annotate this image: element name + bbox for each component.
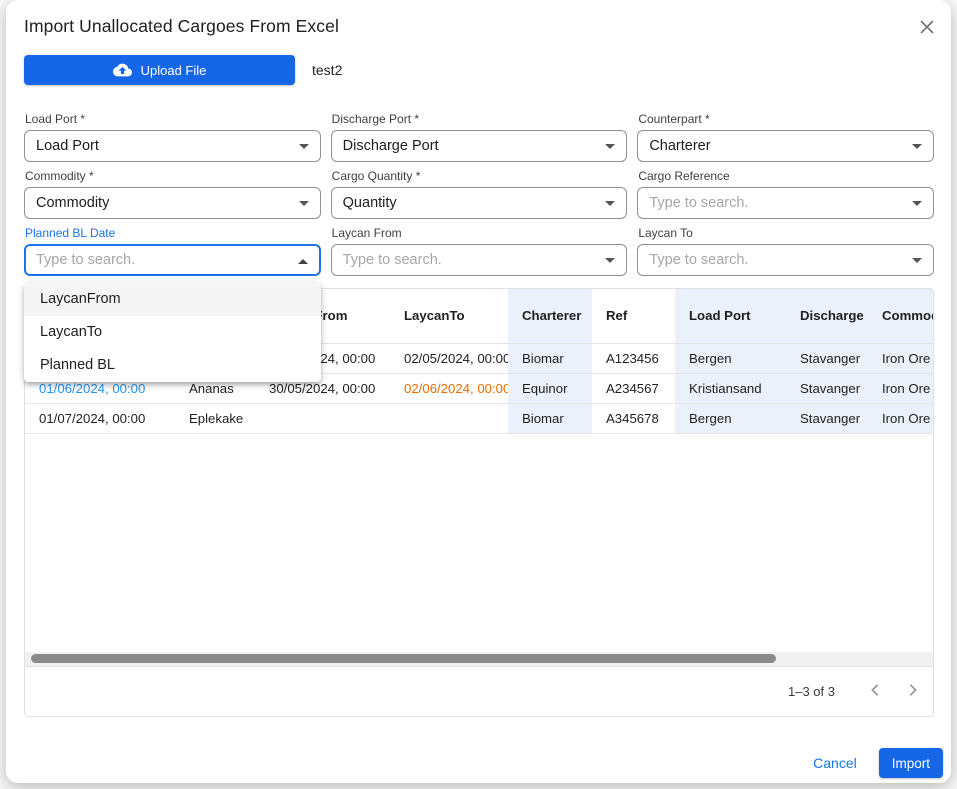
field-cargo-quantity: Cargo Quantity * Quantity [331, 169, 628, 219]
chevron-left-icon [863, 678, 887, 705]
table-cell: Stavanger [786, 344, 868, 373]
table-cell: A123456 [592, 344, 675, 373]
laycan-from-select[interactable]: Type to search. [331, 244, 628, 276]
placeholder-text: Type to search. [649, 195, 748, 211]
close-button[interactable] [916, 17, 938, 39]
next-page-button[interactable] [901, 680, 925, 704]
field-cargo-reference: Cargo Reference Type to search. [637, 169, 934, 219]
upload-file-label: Upload File [141, 63, 207, 78]
selected-value: Commodity [36, 195, 109, 211]
field-label: Planned BL Date [25, 226, 321, 241]
chevron-down-icon [605, 258, 615, 263]
column-header-charterer: Charterer [508, 289, 592, 343]
table-cell: 02/05/2024, 00:00 [390, 344, 508, 373]
table-cell: Iron Ore [868, 404, 934, 433]
selected-value: Quantity [343, 195, 397, 211]
mapping-form: Load Port * Load Port Discharge Port * D… [24, 112, 934, 276]
chevron-down-icon [912, 201, 922, 206]
field-counterpart: Counterpart * Charterer [637, 112, 934, 162]
column-header-discharge-port: Discharge Port [786, 289, 868, 343]
chevron-down-icon [912, 144, 922, 149]
field-label: Laycan From [332, 226, 628, 241]
column-header-commodity: Commodity [868, 289, 934, 343]
table-cell [390, 404, 508, 433]
table-cell: 01/07/2024, 00:00 [25, 404, 175, 433]
table-cell: Eplekake [175, 404, 255, 433]
chevron-down-icon [299, 201, 309, 206]
table-cell: A234567 [592, 374, 675, 403]
uploaded-file-name: test2 [312, 62, 342, 78]
close-icon [918, 18, 936, 39]
field-label: Discharge Port * [332, 112, 628, 127]
chevron-down-icon [605, 201, 615, 206]
pagination-range-label: 1–3 of 3 [788, 684, 835, 699]
placeholder-text: Type to search. [36, 252, 135, 268]
table-cell: Stavanger [786, 374, 868, 403]
field-label: Load Port * [25, 112, 321, 127]
pagination-bar: 1–3 of 3 [25, 666, 933, 716]
cancel-button[interactable]: Cancel [813, 755, 857, 771]
dropdown-option-planned-bl[interactable]: Planned BL [24, 349, 321, 382]
counterpart-select[interactable]: Charterer [637, 130, 934, 162]
cargo-quantity-select[interactable]: Quantity [331, 187, 628, 219]
planned-bl-date-input[interactable]: Type to search. [24, 244, 321, 276]
table-cell [255, 404, 390, 433]
chevron-down-icon [299, 144, 309, 149]
placeholder-text: Type to search. [649, 252, 748, 268]
table-cell: Stavanger [786, 404, 868, 433]
selected-value: Discharge Port [343, 138, 439, 154]
field-load-port: Load Port * Load Port [24, 112, 321, 162]
dropdown-option-laycanto[interactable]: LaycanTo [24, 316, 321, 349]
column-header-load-port: Load Port [675, 289, 786, 343]
field-laycan-from: Laycan From Type to search. [331, 226, 628, 276]
table-cell-warning: 02/06/2024, 00:00 [390, 374, 508, 403]
load-port-select[interactable]: Load Port [24, 130, 321, 162]
commodity-select[interactable]: Commodity [24, 187, 321, 219]
scrollbar-thumb[interactable] [31, 654, 776, 663]
selected-value: Load Port [36, 138, 99, 154]
table-cell: Bergen [675, 404, 786, 433]
laycan-to-select[interactable]: Type to search. [637, 244, 934, 276]
selected-value: Charterer [649, 138, 710, 154]
field-label: Laycan To [638, 226, 934, 241]
table-cell: Equinor [508, 374, 592, 403]
cloud-upload-icon [113, 62, 132, 78]
import-button[interactable]: Import [879, 748, 943, 778]
column-header-laycanto: LaycanTo [390, 289, 508, 343]
upload-file-button[interactable]: Upload File [24, 55, 295, 85]
table-cell: Biomar [508, 404, 592, 433]
table-cell: Bergen [675, 344, 786, 373]
chevron-down-icon [912, 258, 922, 263]
dropdown-option-laycanfrom[interactable]: LaycanFrom [24, 283, 321, 316]
field-label: Commodity * [25, 169, 321, 184]
dialog-actions: Cancel Import [813, 748, 943, 778]
chevron-down-icon [605, 144, 615, 149]
table-cell: A345678 [592, 404, 675, 433]
field-commodity: Commodity * Commodity [24, 169, 321, 219]
field-laycan-to: Laycan To Type to search. [637, 226, 934, 276]
import-cargoes-dialog: Import Unallocated Cargoes From Excel Up… [6, 0, 951, 783]
column-header-ref: Ref [592, 289, 675, 343]
field-discharge-port: Discharge Port * Discharge Port [331, 112, 628, 162]
placeholder-text: Type to search. [343, 252, 442, 268]
discharge-port-select[interactable]: Discharge Port [331, 130, 628, 162]
chevron-right-icon [901, 678, 925, 705]
horizontal-scrollbar[interactable] [25, 652, 933, 666]
table-cell: Biomar [508, 344, 592, 373]
table-cell: Iron Ore [868, 344, 934, 373]
planned-bl-date-dropdown-menu: LaycanFrom LaycanTo Planned BL [24, 283, 321, 382]
field-label: Cargo Reference [638, 169, 934, 184]
upload-row: Upload File test2 [24, 55, 934, 85]
field-label: Counterpart * [638, 112, 934, 127]
chevron-up-icon [298, 259, 308, 264]
table-cell: Kristiansand [675, 374, 786, 403]
field-label: Cargo Quantity * [332, 169, 628, 184]
table-cell: Iron Ore [868, 374, 934, 403]
table-row: 01/07/2024, 00:00 Eplekake Biomar A34567… [25, 404, 933, 434]
previous-page-button[interactable] [863, 680, 887, 704]
field-planned-bl-date: Planned BL Date Type to search. LaycanFr… [24, 226, 321, 276]
page-title: Import Unallocated Cargoes From Excel [24, 16, 934, 37]
cargo-reference-select[interactable]: Type to search. [637, 187, 934, 219]
